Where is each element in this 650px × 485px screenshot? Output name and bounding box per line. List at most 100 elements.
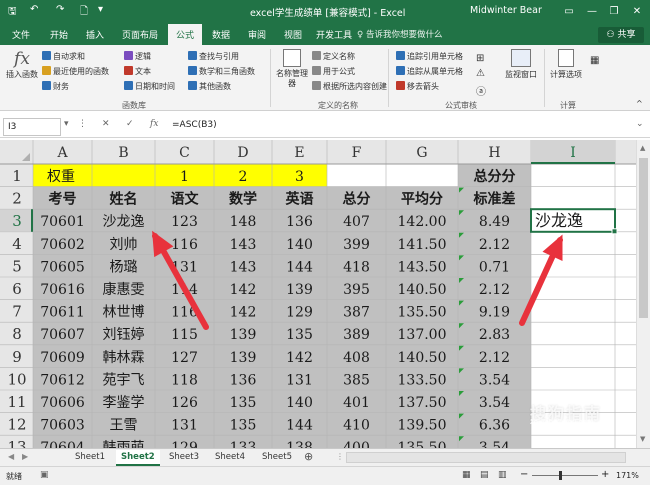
horizontal-scrollbar[interactable] — [346, 452, 626, 463]
other-label: 其他函数 — [199, 82, 231, 91]
tab-split-icon[interactable]: ⋮ — [336, 452, 344, 461]
trace-dependents-button[interactable]: 追踪从属单元格 — [396, 66, 463, 77]
tab-data[interactable]: 数据 — [212, 28, 230, 41]
scroll-up-icon[interactable]: ▲ — [640, 144, 645, 152]
sheet-tab-2[interactable]: Sheet2 — [116, 450, 160, 466]
cell-value: 2.83 — [479, 327, 510, 343]
math-trig-button[interactable]: 数学和三角函数 — [188, 66, 255, 77]
tab-file[interactable]: 文件 — [12, 28, 30, 41]
calc-options-button[interactable]: 计算选项 — [548, 49, 584, 80]
define-name-button[interactable]: 定义名称 — [312, 51, 355, 62]
zoom-level[interactable]: 171% — [616, 471, 639, 480]
tell-me-search[interactable]: ♀ 告诉我你想要做什么 — [357, 28, 442, 40]
name-box[interactable]: I3 — [3, 118, 61, 136]
autosum-button[interactable]: 自动求和 — [42, 51, 85, 62]
cell-bg — [531, 322, 615, 345]
page-layout-view-icon[interactable]: ▤ — [480, 470, 489, 480]
text-button[interactable]: 文本 — [124, 66, 151, 77]
vertical-scrollbar[interactable]: ▲ ▼ — [636, 140, 650, 448]
name-box-dropdown-icon[interactable]: ▾ — [64, 119, 69, 129]
cell-bg — [531, 367, 615, 390]
redo-icon[interactable]: ↷ — [56, 4, 64, 15]
sheet-tab-1[interactable]: Sheet1 — [70, 450, 110, 466]
datetime-label: 日期和时间 — [135, 82, 175, 91]
zoom-slider-thumb[interactable] — [559, 471, 562, 480]
sheet-tab-5[interactable]: Sheet5 — [257, 450, 297, 466]
add-sheet-icon[interactable]: ⊕ — [304, 450, 313, 463]
share-button[interactable]: ⚇ 共享 — [598, 27, 644, 43]
collapse-ribbon-icon[interactable]: ^ — [636, 99, 643, 108]
cell-bg — [531, 164, 615, 187]
show-formulas-icon[interactable]: ⊞ — [476, 53, 484, 64]
sheet-tab-3[interactable]: Sheet3 — [164, 450, 204, 466]
cell-value: 李鉴学 — [103, 395, 145, 411]
sheet-tabs-bar: ◀ ▶ Sheet1 Sheet2 Sheet3 Sheet4 Sheet5 ⊕… — [0, 448, 650, 466]
normal-view-icon[interactable]: ▦ — [462, 470, 471, 480]
scroll-thumb[interactable] — [639, 158, 648, 318]
remove-arrows-button[interactable]: 移去箭头 — [396, 81, 439, 92]
zoom-in-button[interactable]: + — [601, 469, 609, 480]
save-icon[interactable]: 🖫 — [8, 4, 17, 21]
more-functions-button[interactable]: 其他函数 — [188, 81, 231, 92]
lookup-label: 查找与引用 — [199, 52, 239, 61]
cell-value: 133 — [230, 440, 257, 448]
lookup-button[interactable]: 查找与引用 — [188, 51, 239, 62]
user-name[interactable]: Midwinter Bear — [470, 5, 542, 16]
enter-icon[interactable]: ✓ — [126, 119, 134, 129]
insert-function-button[interactable]: fx 插入函数 — [6, 49, 38, 80]
datetime-button[interactable]: 日期和时间 — [124, 81, 175, 92]
trace-precedents-button[interactable]: 追踪引用单元格 — [396, 51, 463, 62]
cell-value: 2.12 — [479, 282, 510, 298]
cell-value: 131 — [286, 372, 313, 388]
watch-window-button[interactable]: 监视窗口 — [502, 49, 540, 80]
sheet-tab-4[interactable]: Sheet4 — [210, 450, 250, 466]
recent-functions-button[interactable]: 最近使用的函数 — [42, 66, 109, 77]
ribbon-display-icon[interactable]: ▭ — [560, 3, 578, 21]
tab-view[interactable]: 视图 — [284, 28, 302, 41]
cell-value: 389 — [343, 327, 370, 343]
cell-bg — [327, 164, 386, 187]
zoom-slider[interactable] — [532, 475, 598, 476]
tab-review[interactable]: 审阅 — [248, 28, 266, 41]
remove-arrows-label: 移去箭头 — [407, 82, 439, 91]
cell-value: 116 — [171, 237, 198, 253]
create-from-selection-label: 根据所选内容创建 — [323, 82, 387, 91]
minimize-button[interactable]: — — [583, 3, 601, 21]
customize-qat-icon[interactable]: ▾ — [98, 4, 103, 15]
use-in-formula-button[interactable]: 用于公式 — [312, 66, 355, 77]
macro-record-icon[interactable]: ▣ — [40, 470, 49, 480]
fx-icon[interactable]: fx — [150, 119, 158, 129]
tab-page-layout[interactable]: 页面布局 — [122, 28, 158, 41]
logical-button[interactable]: 逻辑 — [124, 51, 151, 62]
name-manager-button[interactable]: 名称管理器 — [276, 49, 308, 89]
evaluate-formula-icon[interactable]: ⓐ — [476, 83, 486, 98]
new-file-icon[interactable]: 🗋 — [80, 4, 88, 21]
remove-arrow-icon — [396, 81, 405, 90]
cancel-icon[interactable]: ✕ — [102, 119, 110, 129]
name-manager-icon — [283, 49, 301, 67]
create-from-selection-button[interactable]: 根据所选内容创建 — [312, 81, 387, 92]
tab-formulas[interactable]: 公式 — [168, 24, 203, 45]
cell-value: 399 — [343, 237, 370, 253]
zoom-out-button[interactable]: − — [520, 469, 528, 480]
page-break-view-icon[interactable]: ▥ — [498, 470, 507, 480]
options-dots-icon[interactable]: ⋮ — [78, 119, 87, 129]
tab-insert[interactable]: 插入 — [86, 28, 104, 41]
tab-developer[interactable]: 开发工具 — [316, 28, 352, 41]
cell-value: 138 — [286, 440, 313, 448]
group-function-library: 函数库 — [122, 101, 146, 110]
restore-button[interactable]: ❐ — [605, 3, 623, 21]
cell-value: 70604 — [40, 440, 85, 448]
calc-now-icon[interactable]: ▦ — [590, 55, 599, 66]
close-button[interactable]: ✕ — [628, 3, 646, 21]
tab-home[interactable]: 开始 — [50, 28, 68, 41]
financial-button[interactable]: 财务 — [42, 81, 69, 92]
prev-sheet-icon[interactable]: ◀ — [8, 452, 14, 461]
next-sheet-icon[interactable]: ▶ — [22, 452, 28, 461]
formula-input[interactable]: =ASC(B3) — [172, 120, 217, 130]
book-icon — [124, 66, 133, 75]
undo-icon[interactable]: ↶ — [30, 4, 38, 15]
error-check-icon[interactable]: ⚠ — [476, 68, 485, 79]
scroll-down-icon[interactable]: ▼ — [640, 435, 645, 443]
expand-formula-icon[interactable]: ⌄ — [636, 119, 644, 129]
